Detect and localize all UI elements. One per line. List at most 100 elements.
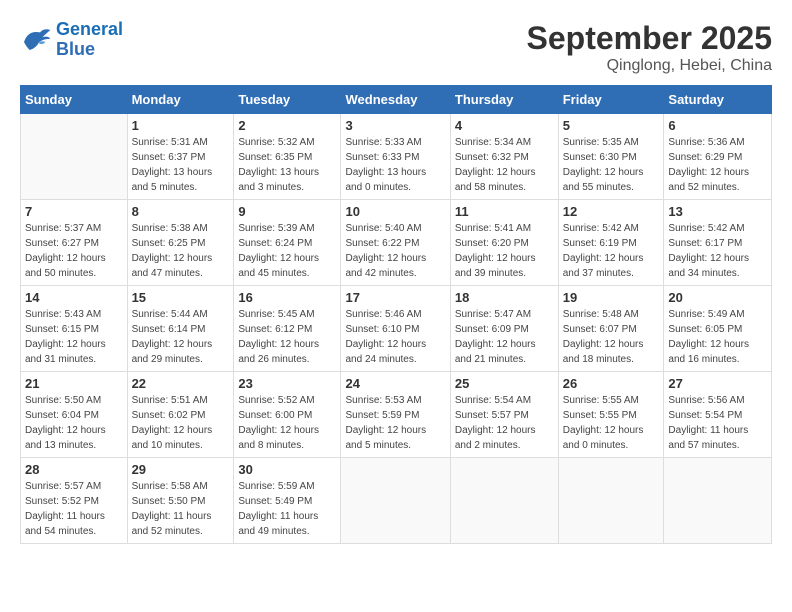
logo: General Blue: [20, 20, 123, 60]
day-info: Sunrise: 5:56 AM Sunset: 5:54 PM Dayligh…: [668, 393, 767, 453]
calendar-week-row: 7 Sunrise: 5:37 AM Sunset: 6:27 PM Daylig…: [21, 200, 772, 286]
day-info: Sunrise: 5:58 AM Sunset: 5:50 PM Dayligh…: [132, 479, 230, 539]
day-number: 19: [563, 290, 660, 305]
calendar-cell: 24 Sunrise: 5:53 AM Sunset: 5:59 PM Dayli…: [341, 372, 450, 458]
calendar-cell: 19 Sunrise: 5:48 AM Sunset: 6:07 PM Dayli…: [558, 286, 664, 372]
day-info: Sunrise: 5:36 AM Sunset: 6:29 PM Dayligh…: [668, 135, 767, 195]
day-number: 28: [25, 462, 123, 477]
logo-bird-icon: [20, 26, 52, 54]
day-number: 7: [25, 204, 123, 219]
day-info: Sunrise: 5:39 AM Sunset: 6:24 PM Dayligh…: [238, 221, 336, 281]
calendar-cell: 23 Sunrise: 5:52 AM Sunset: 6:00 PM Dayli…: [234, 372, 341, 458]
day-info: Sunrise: 5:57 AM Sunset: 5:52 PM Dayligh…: [25, 479, 123, 539]
day-info: Sunrise: 5:51 AM Sunset: 6:02 PM Dayligh…: [132, 393, 230, 453]
calendar-cell: 12 Sunrise: 5:42 AM Sunset: 6:19 PM Dayli…: [558, 200, 664, 286]
day-number: 18: [455, 290, 554, 305]
day-info: Sunrise: 5:46 AM Sunset: 6:10 PM Dayligh…: [345, 307, 445, 367]
day-number: 10: [345, 204, 445, 219]
day-info: Sunrise: 5:38 AM Sunset: 6:25 PM Dayligh…: [132, 221, 230, 281]
calendar-week-row: 1Sunrise: 5:31 AM Sunset: 6:37 PM Daylig…: [21, 114, 772, 200]
day-info: Sunrise: 5:42 AM Sunset: 6:17 PM Dayligh…: [668, 221, 767, 281]
weekday-header-sunday: Sunday: [21, 86, 128, 114]
day-number: 3: [345, 118, 445, 133]
calendar-table: SundayMondayTuesdayWednesdayThursdayFrid…: [20, 85, 772, 544]
calendar-cell: 17 Sunrise: 5:46 AM Sunset: 6:10 PM Dayli…: [341, 286, 450, 372]
calendar-cell: 21 Sunrise: 5:50 AM Sunset: 6:04 PM Dayli…: [21, 372, 128, 458]
calendar-cell: [558, 458, 664, 544]
day-number: 17: [345, 290, 445, 305]
calendar-cell: 7 Sunrise: 5:37 AM Sunset: 6:27 PM Daylig…: [21, 200, 128, 286]
day-info: Sunrise: 5:50 AM Sunset: 6:04 PM Dayligh…: [25, 393, 123, 453]
day-number: 6: [668, 118, 767, 133]
calendar-cell: 22 Sunrise: 5:51 AM Sunset: 6:02 PM Dayli…: [127, 372, 234, 458]
calendar-cell: 1Sunrise: 5:31 AM Sunset: 6:37 PM Daylig…: [127, 114, 234, 200]
calendar-cell: 29 Sunrise: 5:58 AM Sunset: 5:50 PM Dayli…: [127, 458, 234, 544]
day-number: 29: [132, 462, 230, 477]
day-info: Sunrise: 5:43 AM Sunset: 6:15 PM Dayligh…: [25, 307, 123, 367]
calendar-cell: [450, 458, 558, 544]
logo-text: General Blue: [56, 20, 123, 60]
weekday-header-wednesday: Wednesday: [341, 86, 450, 114]
calendar-cell: 11Sunrise: 5:41 AM Sunset: 6:20 PM Dayli…: [450, 200, 558, 286]
title-section: September 2025 Qinglong, Hebei, China: [527, 20, 772, 75]
calendar-cell: 28 Sunrise: 5:57 AM Sunset: 5:52 PM Dayli…: [21, 458, 128, 544]
day-number: 16: [238, 290, 336, 305]
day-info: Sunrise: 5:35 AM Sunset: 6:30 PM Dayligh…: [563, 135, 660, 195]
day-number: 23: [238, 376, 336, 391]
day-info: Sunrise: 5:59 AM Sunset: 5:49 PM Dayligh…: [238, 479, 336, 539]
calendar-week-row: 28 Sunrise: 5:57 AM Sunset: 5:52 PM Dayli…: [21, 458, 772, 544]
calendar-cell: 8 Sunrise: 5:38 AM Sunset: 6:25 PM Daylig…: [127, 200, 234, 286]
day-info: Sunrise: 5:33 AM Sunset: 6:33 PM Dayligh…: [345, 135, 445, 195]
weekday-header-tuesday: Tuesday: [234, 86, 341, 114]
day-number: 30: [238, 462, 336, 477]
day-number: 1: [132, 118, 230, 133]
day-number: 20: [668, 290, 767, 305]
location-title: Qinglong, Hebei, China: [527, 57, 772, 75]
day-number: 27: [668, 376, 767, 391]
day-number: 9: [238, 204, 336, 219]
page-header: General Blue September 2025 Qinglong, He…: [20, 20, 772, 75]
weekday-header-thursday: Thursday: [450, 86, 558, 114]
day-number: 5: [563, 118, 660, 133]
day-number: 21: [25, 376, 123, 391]
day-info: Sunrise: 5:34 AM Sunset: 6:32 PM Dayligh…: [455, 135, 554, 195]
calendar-cell: 26Sunrise: 5:55 AM Sunset: 5:55 PM Dayli…: [558, 372, 664, 458]
weekday-header-friday: Friday: [558, 86, 664, 114]
day-number: 12: [563, 204, 660, 219]
weekday-header-row: SundayMondayTuesdayWednesdayThursdayFrid…: [21, 86, 772, 114]
calendar-cell: 20 Sunrise: 5:49 AM Sunset: 6:05 PM Dayli…: [664, 286, 772, 372]
day-info: Sunrise: 5:37 AM Sunset: 6:27 PM Dayligh…: [25, 221, 123, 281]
day-info: Sunrise: 5:42 AM Sunset: 6:19 PM Dayligh…: [563, 221, 660, 281]
day-number: 24: [345, 376, 445, 391]
day-info: Sunrise: 5:40 AM Sunset: 6:22 PM Dayligh…: [345, 221, 445, 281]
day-number: 22: [132, 376, 230, 391]
day-number: 2: [238, 118, 336, 133]
day-number: 8: [132, 204, 230, 219]
calendar-cell: 30 Sunrise: 5:59 AM Sunset: 5:49 PM Dayli…: [234, 458, 341, 544]
calendar-cell: 13Sunrise: 5:42 AM Sunset: 6:17 PM Dayli…: [664, 200, 772, 286]
day-info: Sunrise: 5:54 AM Sunset: 5:57 PM Dayligh…: [455, 393, 554, 453]
calendar-cell: 27 Sunrise: 5:56 AM Sunset: 5:54 PM Dayli…: [664, 372, 772, 458]
day-info: Sunrise: 5:32 AM Sunset: 6:35 PM Dayligh…: [238, 135, 336, 195]
day-info: Sunrise: 5:55 AM Sunset: 5:55 PM Dayligh…: [563, 393, 660, 453]
calendar-cell: 9 Sunrise: 5:39 AM Sunset: 6:24 PM Daylig…: [234, 200, 341, 286]
calendar-cell: 3 Sunrise: 5:33 AM Sunset: 6:33 PM Daylig…: [341, 114, 450, 200]
day-info: Sunrise: 5:49 AM Sunset: 6:05 PM Dayligh…: [668, 307, 767, 367]
calendar-cell: 6 Sunrise: 5:36 AM Sunset: 6:29 PM Daylig…: [664, 114, 772, 200]
calendar-cell: 16 Sunrise: 5:45 AM Sunset: 6:12 PM Dayli…: [234, 286, 341, 372]
calendar-cell: [664, 458, 772, 544]
day-number: 14: [25, 290, 123, 305]
day-number: 4: [455, 118, 554, 133]
month-title: September 2025: [527, 20, 772, 57]
day-number: 11: [455, 204, 554, 219]
calendar-cell: 4 Sunrise: 5:34 AM Sunset: 6:32 PM Daylig…: [450, 114, 558, 200]
weekday-header-saturday: Saturday: [664, 86, 772, 114]
calendar-cell: [341, 458, 450, 544]
calendar-cell: 10 Sunrise: 5:40 AM Sunset: 6:22 PM Dayli…: [341, 200, 450, 286]
day-info: Sunrise: 5:53 AM Sunset: 5:59 PM Dayligh…: [345, 393, 445, 453]
day-info: Sunrise: 5:48 AM Sunset: 6:07 PM Dayligh…: [563, 307, 660, 367]
calendar-cell: 2 Sunrise: 5:32 AM Sunset: 6:35 PM Daylig…: [234, 114, 341, 200]
calendar-cell: [21, 114, 128, 200]
day-info: Sunrise: 5:52 AM Sunset: 6:00 PM Dayligh…: [238, 393, 336, 453]
day-info: Sunrise: 5:45 AM Sunset: 6:12 PM Dayligh…: [238, 307, 336, 367]
